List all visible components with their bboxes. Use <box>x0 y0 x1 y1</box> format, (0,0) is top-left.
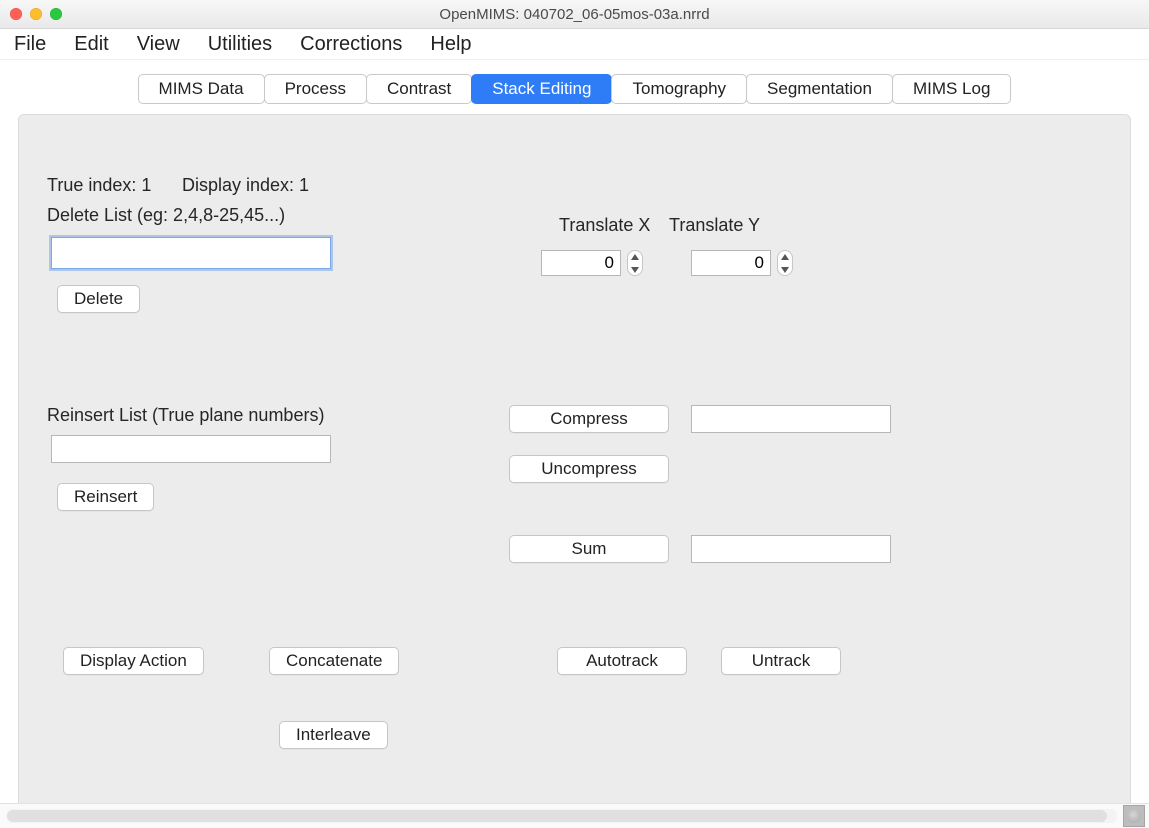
menu-corrections[interactable]: Corrections <box>300 33 402 56</box>
dot-icon <box>1127 809 1141 823</box>
menu-view[interactable]: View <box>137 33 180 56</box>
autotrack-button[interactable]: Autotrack <box>557 647 687 675</box>
tab-mims-log[interactable]: MIMS Log <box>892 74 1011 104</box>
reinsert-button[interactable]: Reinsert <box>57 483 154 511</box>
uncompress-button[interactable]: Uncompress <box>509 455 669 483</box>
compress-input[interactable] <box>691 405 891 433</box>
menu-help[interactable]: Help <box>430 33 471 56</box>
menu-file[interactable]: File <box>14 33 46 56</box>
bottom-bar <box>0 803 1149 828</box>
concatenate-button[interactable]: Concatenate <box>269 647 399 675</box>
window-title: OpenMIMS: 040702_06-05mos-03a.nrrd <box>0 6 1149 23</box>
menu-utilities[interactable]: Utilities <box>208 33 272 56</box>
translate-y-spinner[interactable] <box>691 250 793 276</box>
display-index-label: Display index: 1 <box>182 175 309 196</box>
tab-segmentation[interactable]: Segmentation <box>746 74 893 104</box>
reinsert-list-input[interactable] <box>51 435 331 463</box>
tab-tomography[interactable]: Tomography <box>611 74 747 104</box>
stack-editing-panel: True index: 1 Display index: 1 Delete Li… <box>18 114 1131 814</box>
menu-edit[interactable]: Edit <box>74 33 108 56</box>
translate-y-label: Translate Y <box>669 215 760 236</box>
titlebar: OpenMIMS: 040702_06-05mos-03a.nrrd <box>0 0 1149 29</box>
chevron-up-icon[interactable] <box>778 251 792 262</box>
resize-grip-icon[interactable] <box>1123 805 1145 827</box>
tab-process[interactable]: Process <box>264 74 367 104</box>
delete-button[interactable]: Delete <box>57 285 140 313</box>
tab-bar: MIMS Data Process Contrast Stack Editing… <box>18 74 1131 104</box>
translate-x-label: Translate X <box>559 215 650 236</box>
tab-stack-editing[interactable]: Stack Editing <box>471 74 612 104</box>
chevron-up-icon[interactable] <box>628 251 642 262</box>
chevron-down-icon[interactable] <box>628 264 642 275</box>
tab-mims-data[interactable]: MIMS Data <box>138 74 265 104</box>
translate-y-input[interactable] <box>691 250 771 276</box>
delete-list-input[interactable] <box>51 237 331 269</box>
horizontal-scrollbar[interactable] <box>6 809 1117 823</box>
compress-button[interactable]: Compress <box>509 405 669 433</box>
chevron-down-icon[interactable] <box>778 264 792 275</box>
interleave-button[interactable]: Interleave <box>279 721 388 749</box>
true-index-label: True index: 1 <box>47 175 151 196</box>
reinsert-list-label: Reinsert List (True plane numbers) <box>47 405 324 426</box>
menubar: File Edit View Utilities Corrections Hel… <box>0 29 1149 60</box>
translate-x-input[interactable] <box>541 250 621 276</box>
translate-y-stepper[interactable] <box>777 250 793 276</box>
sum-input[interactable] <box>691 535 891 563</box>
scrollbar-thumb[interactable] <box>7 810 1107 822</box>
translate-x-stepper[interactable] <box>627 250 643 276</box>
display-action-button[interactable]: Display Action <box>63 647 204 675</box>
translate-x-spinner[interactable] <box>541 250 643 276</box>
delete-list-label: Delete List (eg: 2,4,8-25,45...) <box>47 205 285 226</box>
tab-bar-wrap: MIMS Data Process Contrast Stack Editing… <box>0 60 1149 104</box>
sum-button[interactable]: Sum <box>509 535 669 563</box>
untrack-button[interactable]: Untrack <box>721 647 841 675</box>
tab-contrast[interactable]: Contrast <box>366 74 472 104</box>
